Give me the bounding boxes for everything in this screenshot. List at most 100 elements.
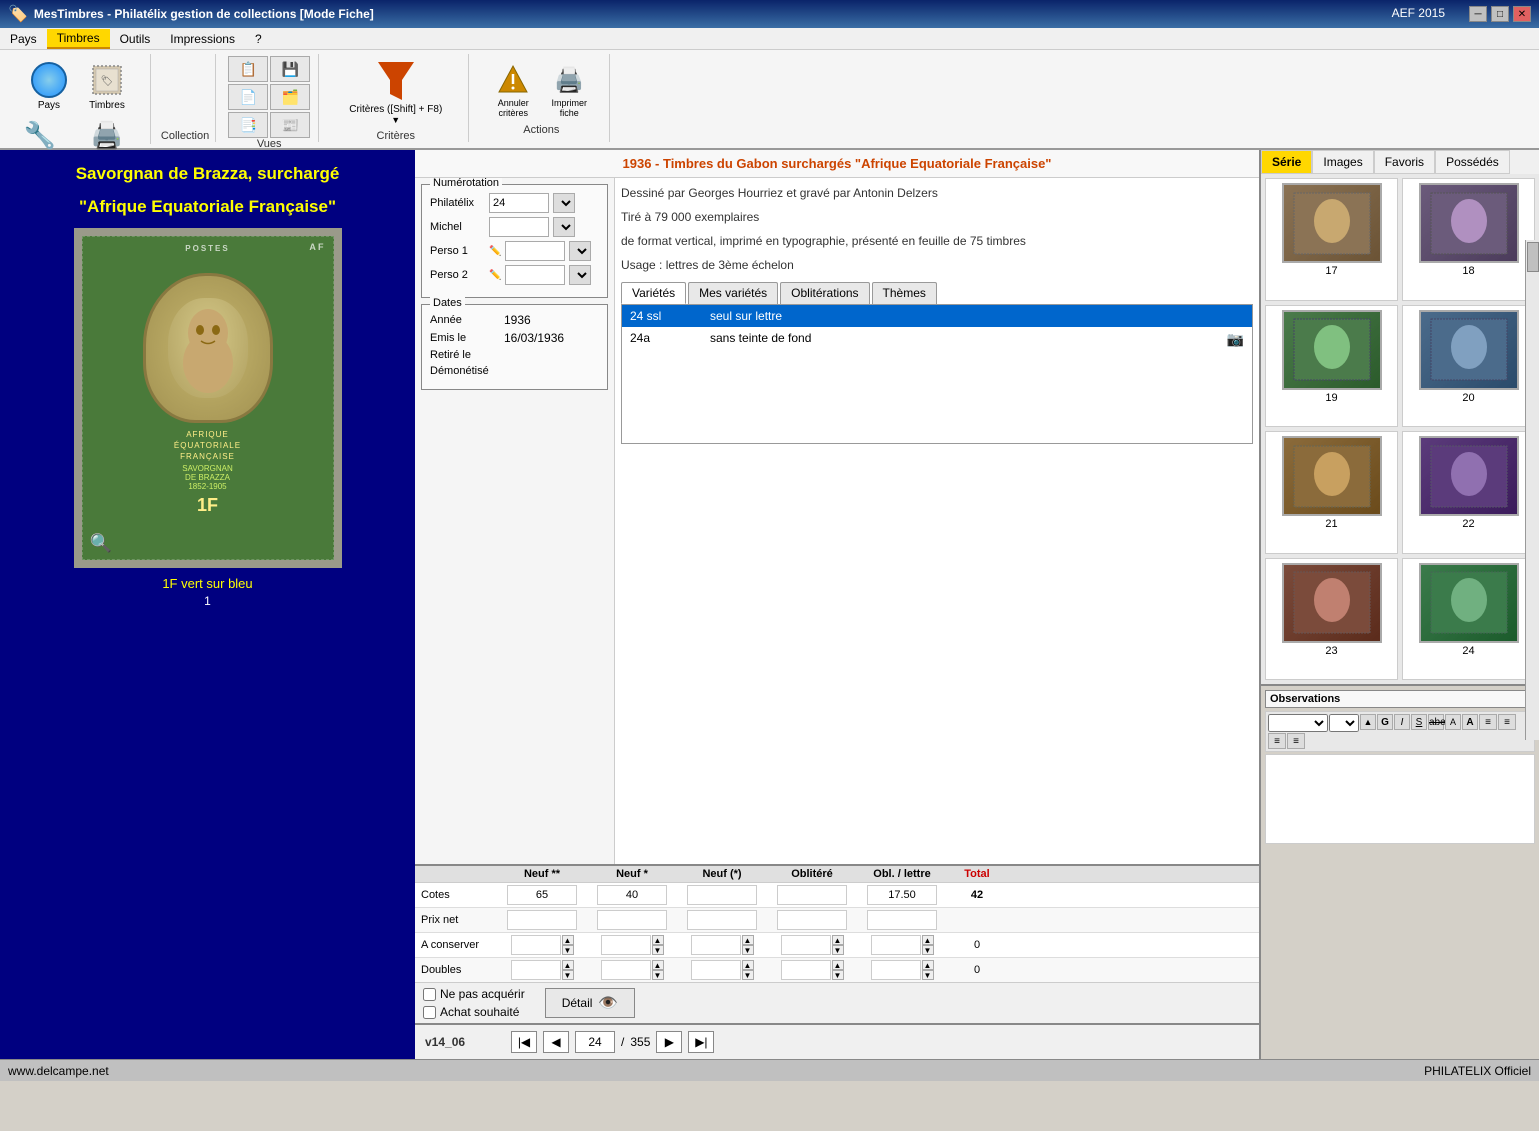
- achat-label[interactable]: Achat souhaité: [423, 1005, 525, 1019]
- aconserver-neuf1-input[interactable]: [601, 935, 651, 955]
- ne-pas-checkbox[interactable]: [423, 988, 436, 1001]
- doubles-neuf2-down[interactable]: ▼: [562, 970, 574, 980]
- prixnet-neufp-input[interactable]: [687, 910, 757, 930]
- nav-next-button[interactable]: ▶: [656, 1031, 682, 1053]
- prixnet-oblitere-input[interactable]: [777, 910, 847, 930]
- vue-btn-5[interactable]: 📑: [228, 112, 268, 138]
- tab-obliterations[interactable]: Oblitérations: [780, 282, 869, 304]
- obs-up-btn[interactable]: ▲: [1360, 714, 1376, 730]
- doubles-obl-input[interactable]: [781, 960, 831, 980]
- thumb-23[interactable]: 23: [1265, 558, 1398, 681]
- doubles-neufp-down[interactable]: ▼: [742, 970, 754, 980]
- prixnet-neuf1-input[interactable]: [597, 910, 667, 930]
- variety-row-2[interactable]: 24a sans teinte de fond 📷: [622, 327, 1252, 352]
- aconserver-neuf2-input[interactable]: [511, 935, 561, 955]
- perso2-edit-icon[interactable]: ✏️: [489, 270, 501, 281]
- thumb-21[interactable]: 21: [1265, 431, 1398, 554]
- vue-btn-1[interactable]: 📋: [228, 56, 268, 82]
- series-tab-images[interactable]: Images: [1312, 150, 1373, 174]
- doubles-neuf2-input[interactable]: [511, 960, 561, 980]
- obs-italic-btn[interactable]: I: [1394, 714, 1410, 730]
- menu-impressions[interactable]: Impressions: [160, 30, 245, 48]
- annuler-criteres-button[interactable]: Annulercritères: [489, 60, 537, 120]
- michel-dropdown[interactable]: [553, 217, 575, 237]
- perso1-dropdown[interactable]: [569, 241, 591, 261]
- aconserver-obl-down[interactable]: ▼: [832, 945, 844, 955]
- doubles-obll-input[interactable]: [871, 960, 921, 980]
- toolbar-timbres-button[interactable]: 🏷 Timbres: [83, 60, 131, 113]
- doubles-obll-up[interactable]: ▲: [922, 960, 934, 970]
- series-scrollbar[interactable]: [1525, 240, 1539, 740]
- vue-btn-4[interactable]: 🗂️: [270, 84, 310, 110]
- cotes-neuf2-input[interactable]: [507, 885, 577, 905]
- zoom-icon[interactable]: 🔍: [90, 533, 112, 554]
- thumb-22[interactable]: 22: [1402, 431, 1535, 554]
- doubles-obll-down[interactable]: ▼: [922, 970, 934, 980]
- obs-bold-btn[interactable]: G: [1377, 714, 1393, 730]
- nav-last-button[interactable]: ▶|: [688, 1031, 714, 1053]
- menu-timbres[interactable]: Timbres: [47, 29, 110, 49]
- aconserver-neuf2-up[interactable]: ▲: [562, 935, 574, 945]
- vue-btn-3[interactable]: 📄: [228, 84, 268, 110]
- perso2-dropdown[interactable]: [569, 265, 591, 285]
- doubles-neuf1-input[interactable]: [601, 960, 651, 980]
- thumb-24[interactable]: 24: [1402, 558, 1535, 681]
- obs-size-select[interactable]: [1329, 714, 1359, 732]
- ne-pas-label[interactable]: Ne pas acquérir: [423, 987, 525, 1001]
- prixnet-obll-input[interactable]: [867, 910, 937, 930]
- observations-textarea[interactable]: [1265, 754, 1535, 844]
- doubles-obl-up[interactable]: ▲: [832, 960, 844, 970]
- aconserver-neuf1-down[interactable]: ▼: [652, 945, 664, 955]
- series-tab-possedes[interactable]: Possédés: [1435, 150, 1510, 174]
- tab-themes[interactable]: Thèmes: [872, 282, 937, 304]
- aconserver-neuf2-down[interactable]: ▼: [562, 945, 574, 955]
- aconserver-obl-up[interactable]: ▲: [832, 935, 844, 945]
- nav-prev-button[interactable]: ◀: [543, 1031, 569, 1053]
- doubles-neuf1-down[interactable]: ▼: [652, 970, 664, 980]
- toolbar-pays-button[interactable]: Pays: [25, 60, 73, 113]
- cotes-oblitere-input[interactable]: [777, 885, 847, 905]
- imprimer-fiche-button[interactable]: 🖨️ Imprimerfiche: [545, 60, 593, 120]
- aconserver-obll-down[interactable]: ▼: [922, 945, 934, 955]
- obs-align-left-btn[interactable]: ≡: [1479, 714, 1497, 730]
- philatelix-dropdown[interactable]: [553, 193, 575, 213]
- obs-strike-btn[interactable]: abe: [1428, 714, 1444, 730]
- aconserver-neuf1-up[interactable]: ▲: [652, 935, 664, 945]
- aconserver-neufp-up[interactable]: ▲: [742, 935, 754, 945]
- tab-varietes[interactable]: Variétés: [621, 282, 686, 304]
- perso1-input[interactable]: [505, 241, 565, 261]
- detail-button[interactable]: Détail 👁️: [545, 988, 636, 1018]
- aconserver-neufp-input[interactable]: [691, 935, 741, 955]
- obs-justify-btn[interactable]: ≡: [1287, 733, 1305, 749]
- menu-outils[interactable]: Outils: [110, 30, 161, 48]
- achat-checkbox[interactable]: [423, 1006, 436, 1019]
- perso2-input[interactable]: [505, 265, 565, 285]
- cotes-obll-input[interactable]: [867, 885, 937, 905]
- series-tab-favoris[interactable]: Favoris: [1374, 150, 1435, 174]
- thumb-19[interactable]: 19: [1265, 305, 1398, 428]
- nav-first-button[interactable]: |◀: [511, 1031, 537, 1053]
- obs-color-btn[interactable]: A: [1445, 714, 1461, 730]
- thumb-20[interactable]: 20: [1402, 305, 1535, 428]
- obs-align-right-btn[interactable]: ≡: [1268, 733, 1286, 749]
- doubles-neufp-up[interactable]: ▲: [742, 960, 754, 970]
- obs-font-select[interactable]: [1268, 714, 1328, 732]
- doubles-neufp-input[interactable]: [691, 960, 741, 980]
- variety-row-1[interactable]: 24 ssl seul sur lettre: [622, 305, 1252, 327]
- philatelix-input[interactable]: [489, 193, 549, 213]
- thumb-18[interactable]: 18: [1402, 178, 1535, 301]
- aconserver-obll-input[interactable]: [871, 935, 921, 955]
- series-tab-serie[interactable]: Série: [1261, 150, 1312, 174]
- doubles-neuf2-up[interactable]: ▲: [562, 960, 574, 970]
- tab-mes-varietes[interactable]: Mes variétés: [688, 282, 778, 304]
- obs-align-center-btn[interactable]: ≡: [1498, 714, 1516, 730]
- prixnet-neuf2-input[interactable]: [507, 910, 577, 930]
- doubles-obl-down[interactable]: ▼: [832, 970, 844, 980]
- close-button[interactable]: ✕: [1513, 6, 1531, 22]
- perso1-edit-icon[interactable]: ✏️: [489, 246, 501, 257]
- doubles-neuf1-up[interactable]: ▲: [652, 960, 664, 970]
- michel-input[interactable]: [489, 217, 549, 237]
- cotes-neufp-input[interactable]: [687, 885, 757, 905]
- aconserver-obll-up[interactable]: ▲: [922, 935, 934, 945]
- aconserver-neufp-down[interactable]: ▼: [742, 945, 754, 955]
